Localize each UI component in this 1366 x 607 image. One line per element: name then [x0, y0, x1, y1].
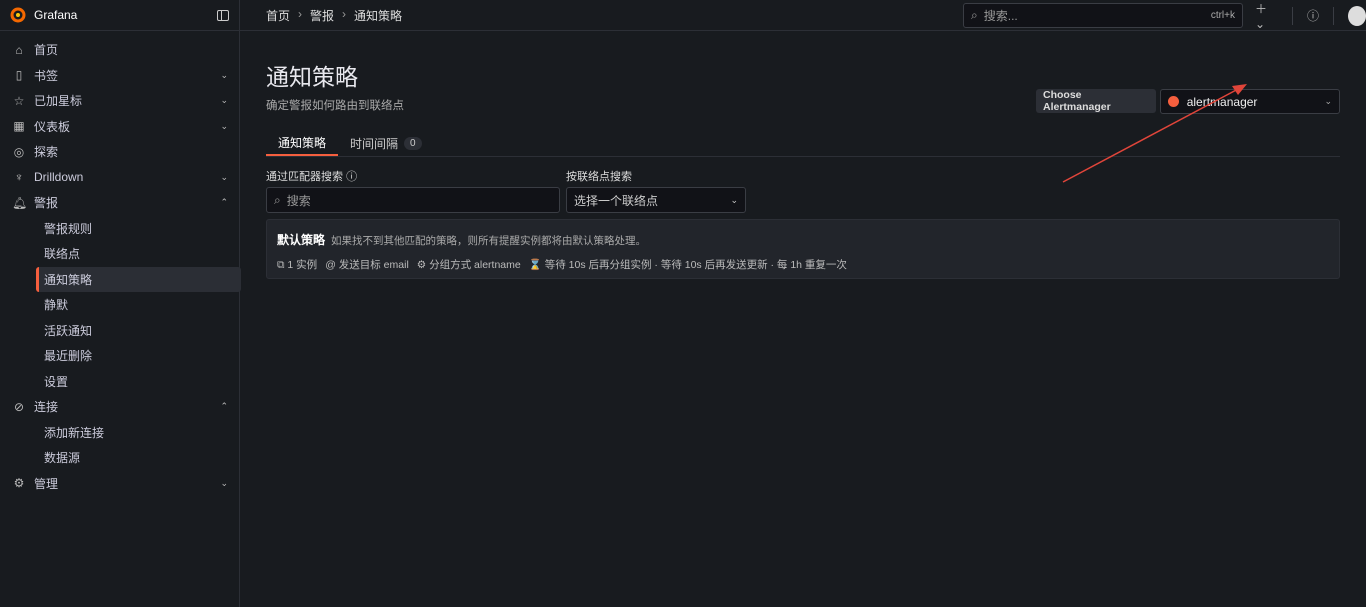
annotation-arrow	[1062, 84, 1247, 183]
